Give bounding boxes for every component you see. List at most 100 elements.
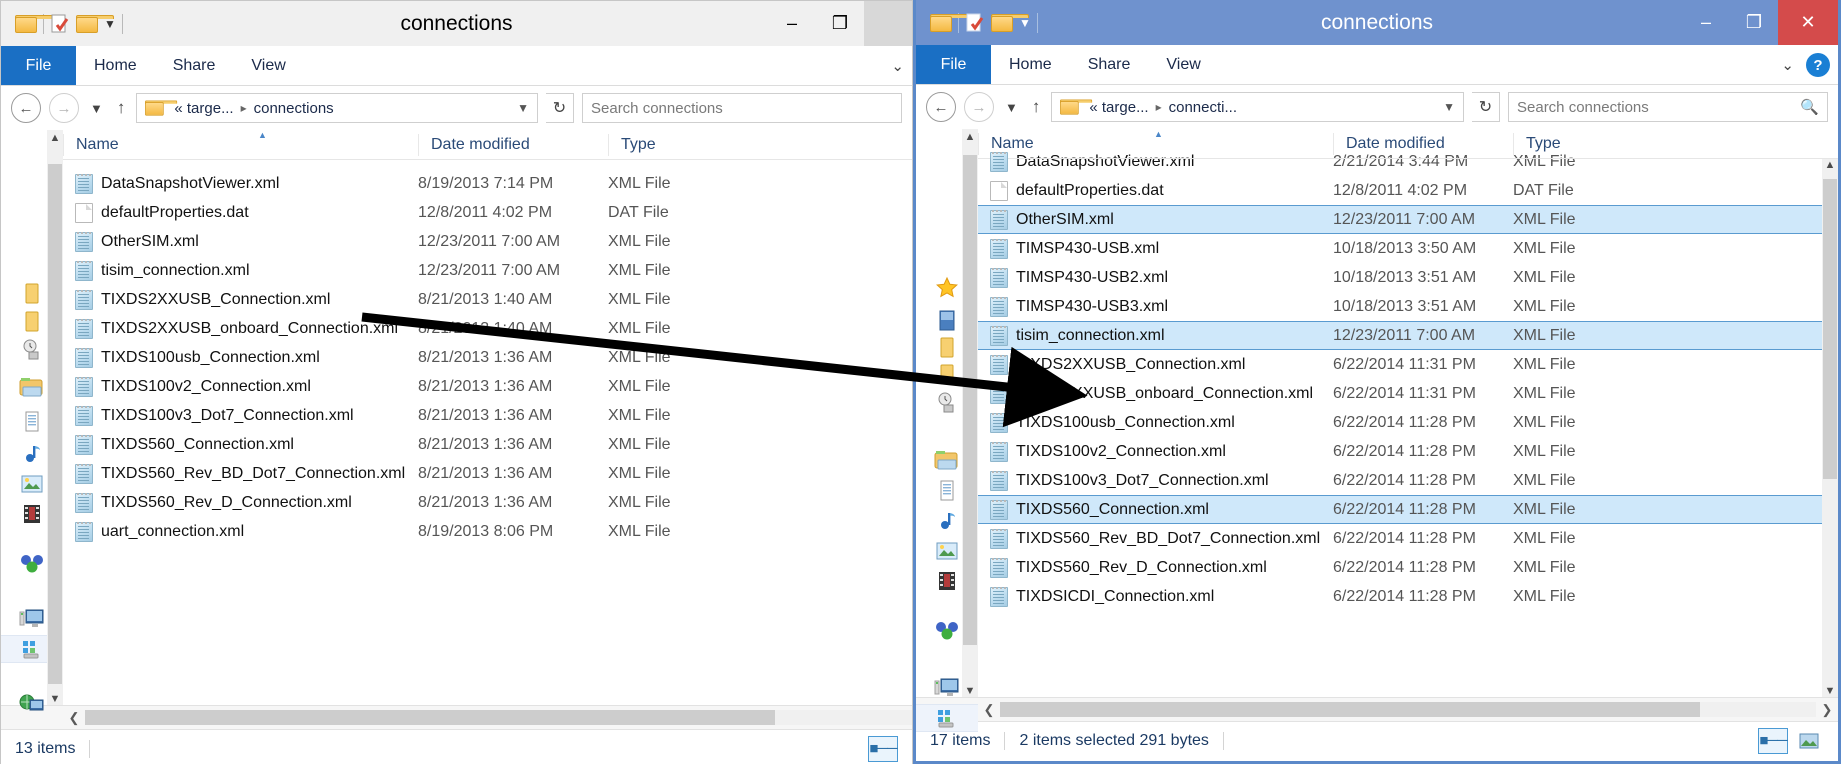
up-button[interactable]: ↑ bbox=[114, 98, 129, 118]
left-navigation-pane[interactable]: ▲ ▼ bbox=[1, 130, 63, 711]
cell-file-name[interactable]: TIXDS100usb_Connection.xml bbox=[978, 412, 1333, 433]
hscroll-thumb[interactable] bbox=[1000, 702, 1700, 717]
table-row[interactable]: tisim_connection.xml 12/23/2011 7:00 AM XM… bbox=[63, 256, 912, 285]
table-row[interactable]: TIXDS560_Rev_D_Connection.xml 6/22/2014 1… bbox=[978, 553, 1838, 582]
table-row[interactable]: TIXDS2XXUSB_Connection.xml 6/22/2014 11:3… bbox=[978, 350, 1838, 379]
cell-file-name[interactable]: TIXDS560_Rev_D_Connection.xml bbox=[978, 557, 1333, 578]
table-row[interactable]: TIXDS2XXUSB_onboard_Connection.xml 6/22/2… bbox=[978, 379, 1838, 408]
left-ribbon-tabs[interactable]: File Home Share View ⌄ bbox=[1, 46, 912, 86]
recent-locations-icon[interactable]: ▼ bbox=[1002, 100, 1021, 115]
cell-file-name[interactable]: defaultProperties.dat bbox=[978, 180, 1333, 201]
table-row[interactable]: TIXDS2XXUSB_onboard_Connection.xml 8/21/2… bbox=[63, 314, 912, 343]
recent-locations-icon[interactable]: ▼ bbox=[87, 101, 106, 116]
left-horizontal-scrollbar[interactable]: ❮ bbox=[1, 705, 912, 729]
scrollbar-thumb[interactable] bbox=[963, 155, 977, 645]
tab-file[interactable]: File bbox=[916, 45, 991, 84]
table-row[interactable]: TIXDS100usb_Connection.xml 6/22/2014 11:2… bbox=[978, 408, 1838, 437]
cell-file-name[interactable]: TIXDS560_Rev_D_Connection.xml bbox=[63, 492, 418, 513]
chevron-down-icon[interactable]: ▼ bbox=[104, 17, 116, 31]
table-row[interactable]: TIXDSICDI_Connection.xml 6/22/2014 11:28 … bbox=[978, 582, 1838, 611]
search-icon[interactable]: 🔍 bbox=[1800, 98, 1819, 116]
cell-file-name[interactable]: TIXDS2XXUSB_Connection.xml bbox=[63, 289, 418, 310]
cell-file-name[interactable]: TIXDS100v3_Dot7_Connection.xml bbox=[63, 405, 418, 426]
cell-file-name[interactable]: TIXDS2XXUSB_onboard_Connection.xml bbox=[63, 318, 418, 339]
new-folder-icon[interactable] bbox=[76, 14, 114, 33]
breadcrumb-1[interactable]: « targe... bbox=[1089, 99, 1148, 116]
properties-icon[interactable] bbox=[50, 14, 70, 34]
local-disk-icon[interactable] bbox=[916, 704, 978, 732]
cell-file-name[interactable]: TIXDS560_Rev_BD_Dot7_Connection.xml bbox=[978, 528, 1333, 549]
column-header-type[interactable]: Type bbox=[1513, 132, 1653, 155]
column-header-date-modified[interactable]: Date modified bbox=[418, 133, 608, 156]
address-dropdown-icon[interactable]: ▼ bbox=[1443, 100, 1455, 114]
refresh-button[interactable]: ↻ bbox=[546, 93, 574, 123]
address-dropdown-icon[interactable]: ▼ bbox=[517, 101, 529, 115]
table-row[interactable]: TIXDS100usb_Connection.xml 8/21/2013 1:36… bbox=[63, 343, 912, 372]
chevron-down-icon[interactable]: ⌄ bbox=[891, 57, 904, 75]
folder-icon[interactable] bbox=[930, 13, 968, 32]
table-row[interactable]: defaultProperties.dat 12/8/2011 4:02 PM DA… bbox=[63, 198, 912, 227]
search-input[interactable]: Search connections 🔍 bbox=[1508, 92, 1828, 122]
table-row[interactable]: TIXDS100v3_Dot7_Connection.xml 6/22/2014 … bbox=[978, 466, 1838, 495]
left-file-list[interactable]: ▲ Name Date modified Type DataSnapshotVi… bbox=[63, 130, 912, 705]
explorer-window-left[interactable]: ▼ connections – ❐ File Home Share View ⌄… bbox=[0, 0, 913, 764]
explorer-window-right[interactable]: ▼ connections – ❐ ✕ File Home Share View… bbox=[913, 0, 1841, 764]
table-row[interactable]: TIXDS2XXUSB_Connection.xml 8/21/2013 1:40… bbox=[63, 285, 912, 314]
column-header-date-modified[interactable]: Date modified bbox=[1333, 132, 1513, 155]
close-button[interactable]: ✕ bbox=[1778, 0, 1838, 45]
right-quick-access-toolbar[interactable]: ▼ bbox=[916, 12, 1038, 33]
right-file-list[interactable]: ▲ Name Date modified Type DataSnapshotVi… bbox=[978, 129, 1838, 697]
tab-home[interactable]: Home bbox=[991, 45, 1070, 84]
left-title-bar[interactable]: ▼ connections – ❐ bbox=[1, 1, 912, 46]
cell-file-name[interactable]: TIXDSICDI_Connection.xml bbox=[978, 586, 1333, 607]
nav-pane-scrollbar[interactable]: ▲ ▼ bbox=[47, 130, 63, 705]
cell-file-name[interactable]: defaultProperties.dat bbox=[63, 202, 418, 223]
scroll-down-arrow[interactable]: ▼ bbox=[965, 685, 976, 697]
right-title-bar[interactable]: ▼ connections – ❐ ✕ bbox=[916, 0, 1838, 45]
details-view-button[interactable]: ■── bbox=[868, 735, 898, 762]
table-row[interactable]: defaultProperties.dat 12/8/2011 4:02 PM DA… bbox=[978, 176, 1838, 205]
address-bar[interactable]: « targe... ▸ connections ▼ bbox=[136, 93, 538, 123]
scroll-up-arrow[interactable]: ▲ bbox=[965, 129, 976, 145]
scroll-down-arrow[interactable]: ▼ bbox=[1822, 685, 1838, 697]
table-row[interactable]: TIXDS560_Connection.xml 6/22/2014 11:28 P… bbox=[978, 495, 1838, 524]
tab-file[interactable]: File bbox=[1, 46, 76, 85]
right-ribbon-right[interactable]: ⌄ ? bbox=[1781, 45, 1830, 85]
scrollbar-thumb[interactable] bbox=[1823, 179, 1837, 479]
maximize-button[interactable]: ❐ bbox=[1730, 0, 1778, 45]
maximize-button[interactable]: ❐ bbox=[816, 1, 864, 46]
table-row[interactable]: DataSnapshotViewer.xml 8/19/2013 7:14 PM X… bbox=[63, 169, 912, 198]
left-address-row[interactable]: ← → ▼ ↑ « targe... ▸ connections ▼ ↻ Sea… bbox=[1, 86, 912, 130]
search-input[interactable]: Search connections bbox=[582, 93, 902, 123]
scroll-up-arrow[interactable]: ▲ bbox=[1822, 159, 1838, 171]
tab-home[interactable]: Home bbox=[76, 46, 155, 85]
chevron-down-icon[interactable]: ⌄ bbox=[1781, 56, 1794, 74]
tab-share[interactable]: Share bbox=[1070, 45, 1149, 84]
table-row[interactable]: uart_connection.xml 8/19/2013 8:06 PM XML … bbox=[63, 517, 912, 546]
hscroll-right-arrow[interactable]: ❯ bbox=[1816, 702, 1838, 718]
table-row[interactable]: OtherSIM.xml 12/23/2011 7:00 AM XML File bbox=[63, 227, 912, 256]
forward-button[interactable]: → bbox=[49, 93, 79, 123]
scroll-down-arrow[interactable]: ▼ bbox=[50, 693, 61, 705]
cell-file-name[interactable]: DataSnapshotViewer.xml bbox=[63, 173, 418, 194]
cell-file-name[interactable]: TIXDS100usb_Connection.xml bbox=[63, 347, 418, 368]
breadcrumb-2[interactable]: connecti... bbox=[1169, 99, 1237, 116]
tab-share[interactable]: Share bbox=[155, 46, 234, 85]
large-icons-view-button[interactable] bbox=[1794, 728, 1824, 754]
cell-file-name[interactable]: OtherSIM.xml bbox=[978, 209, 1333, 230]
hscroll-track[interactable] bbox=[85, 710, 912, 725]
cell-file-name[interactable]: TIXDS560_Connection.xml bbox=[63, 434, 418, 455]
cell-file-name[interactable]: TIXDS100v3_Dot7_Connection.xml bbox=[978, 470, 1333, 491]
cell-file-name[interactable]: TIXDS560_Connection.xml bbox=[978, 499, 1333, 520]
cell-file-name[interactable]: tisim_connection.xml bbox=[978, 325, 1333, 346]
cell-file-name[interactable]: uart_connection.xml bbox=[63, 521, 418, 542]
table-row[interactable]: TIXDS100v2_Connection.xml 6/22/2014 11:28… bbox=[978, 437, 1838, 466]
up-button[interactable]: ↑ bbox=[1029, 97, 1044, 117]
table-row[interactable]: TIMSP430-USB3.xml 10/18/2013 3:51 AM XML F… bbox=[978, 292, 1838, 321]
table-row[interactable]: TIMSP430-USB2.xml 10/18/2013 3:51 AM XML F… bbox=[978, 263, 1838, 292]
table-row[interactable]: tisim_connection.xml 12/23/2011 7:00 AM XM… bbox=[978, 321, 1838, 350]
hscroll-thumb[interactable] bbox=[85, 710, 775, 725]
new-folder-icon[interactable] bbox=[991, 13, 1029, 32]
table-row[interactable]: TIXDS560_Connection.xml 8/21/2013 1:36 AM… bbox=[63, 430, 912, 459]
details-view-button[interactable]: ■── bbox=[1758, 727, 1788, 754]
